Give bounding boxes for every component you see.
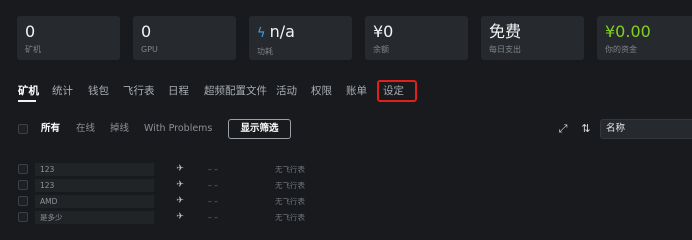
rig-value: – – — [208, 213, 218, 222]
stat-value: 免费 — [489, 22, 522, 41]
filter-offline[interactable]: 掉线 — [110, 123, 129, 135]
stat-value: 0 — [141, 22, 152, 41]
stat-label: 你的资金 — [605, 45, 637, 54]
flight-sheet-link[interactable]: 无飞行表 — [275, 179, 305, 192]
stat-funds[interactable]: ¥0.00 你的资金 — [597, 16, 692, 60]
rig-value: – – — [208, 181, 218, 190]
filter-bar: 所有 在线 掉线 With Problems 显示筛选 ⤢ ⇅ 名称 — [18, 118, 692, 140]
row-checkbox[interactable] — [18, 164, 28, 174]
stat-value: 0 — [25, 22, 36, 41]
flight-sheet-link[interactable]: 无飞行表 — [275, 163, 305, 176]
select-all-checkbox[interactable] — [18, 124, 28, 134]
table-row[interactable]: 是多少 ✈ – – 无飞行表 — [18, 211, 692, 224]
active-tab-indicator — [18, 100, 36, 102]
tab-activity[interactable]: 活动 — [276, 84, 297, 98]
stat-label: 矿机 — [25, 45, 41, 54]
filter-online[interactable]: 在线 — [76, 123, 95, 135]
stat-rigs[interactable]: 0 矿机 — [17, 16, 120, 60]
rig-name[interactable]: 123 — [35, 179, 154, 192]
table-row[interactable]: 123 ✈ – – 无飞行表 — [18, 163, 692, 176]
filter-with-problems[interactable]: With Problems — [144, 123, 212, 135]
plane-icon: ✈ — [176, 196, 184, 206]
row-checkbox[interactable] — [18, 180, 28, 190]
flight-sheet-link[interactable]: 无飞行表 — [275, 195, 305, 208]
plane-icon: ✈ — [176, 164, 184, 174]
row-checkbox[interactable] — [18, 212, 28, 222]
rig-name[interactable]: 123 — [35, 163, 154, 176]
tab-rigs[interactable]: 矿机 — [18, 84, 39, 98]
stat-gpu[interactable]: 0 GPU — [133, 16, 236, 60]
stat-label: 每日支出 — [489, 45, 521, 54]
expand-icon[interactable]: ⤢ — [556, 122, 570, 136]
table-row[interactable]: AMD ✈ – – 无飞行表 — [18, 195, 692, 208]
filter-all[interactable]: 所有 — [41, 123, 60, 135]
tab-billing[interactable]: 账单 — [346, 84, 367, 98]
tab-permissions[interactable]: 权限 — [311, 84, 332, 98]
tab-wallets[interactable]: 钱包 — [88, 84, 109, 98]
tab-oc-profiles[interactable]: 超频配置文件 — [204, 84, 267, 98]
stat-label: 功耗 — [257, 47, 273, 56]
rig-name[interactable]: AMD — [35, 195, 154, 208]
rig-value: – – — [208, 165, 218, 174]
stat-daily-cost[interactable]: 免费 每日支出 — [481, 16, 584, 60]
sort-icon[interactable]: ⇅ — [579, 122, 593, 136]
plane-icon: ✈ — [176, 212, 184, 222]
row-checkbox[interactable] — [18, 196, 28, 206]
lightning-icon: ϟ — [257, 26, 266, 41]
stat-value: ¥0.00 — [605, 22, 651, 41]
rig-value: – – — [208, 197, 218, 206]
rig-name-cell[interactable]: 123 — [35, 163, 154, 176]
plane-icon: ✈ — [176, 180, 184, 190]
flight-sheet-link[interactable]: 无飞行表 — [275, 211, 305, 224]
rig-name-cell[interactable]: AMD — [35, 195, 154, 208]
tab-stats[interactable]: 统计 — [52, 84, 73, 98]
stat-label: GPU — [141, 45, 158, 54]
stat-balance[interactable]: ¥0 余额 — [365, 16, 468, 60]
tab-flight-sheets[interactable]: 飞行表 — [123, 84, 155, 98]
settings-tab-highlight — [377, 80, 417, 102]
tab-schedule[interactable]: 日程 — [168, 84, 189, 98]
stat-power[interactable]: ϟ n/a 功耗 — [249, 16, 352, 60]
show-filter-button[interactable]: 显示筛选 — [228, 119, 291, 139]
rig-name-cell[interactable]: 123 — [35, 179, 154, 192]
stat-label: 余额 — [373, 45, 389, 54]
rig-name-cell[interactable]: 是多少 — [35, 211, 154, 224]
stats-bar: 0 矿机 0 GPU ϟ n/a 功耗 ¥0 余额 免费 每日支出 ¥0.00 你… — [17, 16, 692, 60]
stat-value: n/a — [269, 22, 295, 41]
sort-select[interactable]: 名称 — [600, 119, 692, 139]
stat-value: ¥0 — [373, 22, 394, 41]
table-row[interactable]: 123 ✈ – – 无飞行表 — [18, 179, 692, 192]
rig-name[interactable]: 是多少 — [35, 211, 154, 224]
